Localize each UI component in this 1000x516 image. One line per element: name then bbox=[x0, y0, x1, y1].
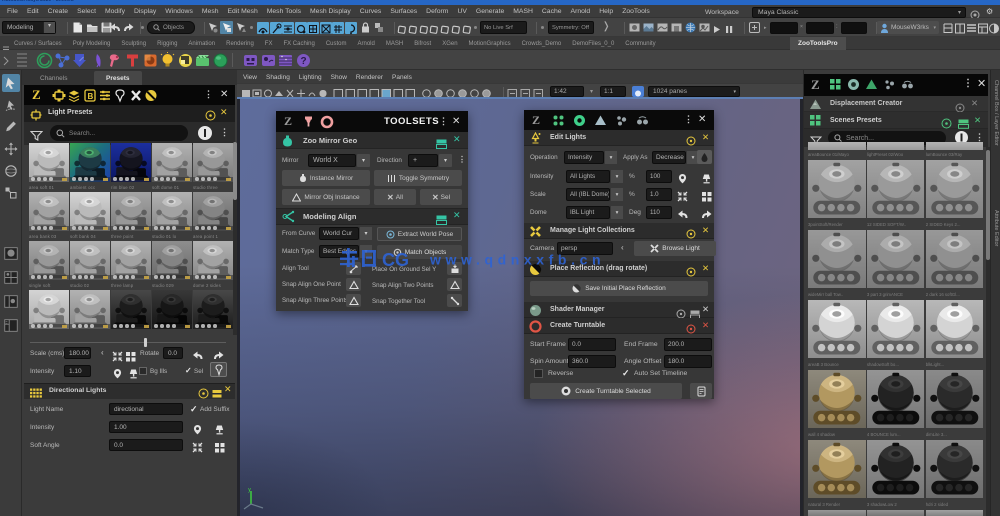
svg-text:y: y bbox=[248, 488, 251, 493]
svg-text:CG: CG bbox=[382, 250, 409, 270]
svg-text:?: ? bbox=[300, 56, 306, 67]
svg-text:www.qdnxxfb.cn: www.qdnxxfb.cn bbox=[429, 252, 605, 268]
svg-text:B: B bbox=[87, 92, 93, 101]
